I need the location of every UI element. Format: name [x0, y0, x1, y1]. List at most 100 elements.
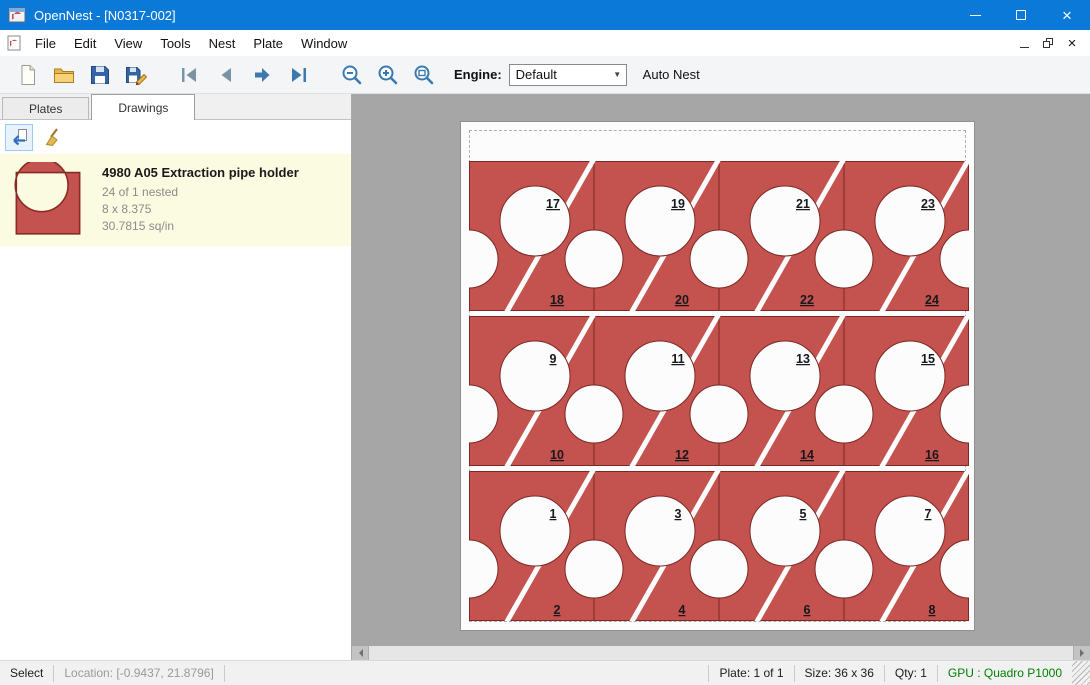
engine-value: Default	[516, 67, 557, 82]
zoom-fit-icon	[412, 63, 436, 87]
part-number: 16	[925, 448, 939, 462]
part-number: 18	[550, 293, 564, 307]
drawing-size: 8 x 8.375	[102, 201, 299, 218]
zoom-fit-button[interactable]	[406, 59, 442, 91]
next-plate-button[interactable]	[244, 59, 280, 91]
part-number: 21	[796, 197, 810, 211]
menu-bar: File Edit View Tools Nest Plate Window ×	[0, 30, 1090, 56]
part-thumbnail	[8, 160, 88, 240]
part-number: 24	[925, 293, 939, 307]
drawing-title: 4980 A05 Extraction pipe holder	[102, 165, 299, 180]
nest-row[interactable]: 17 18 19 20 21 22 23 24	[469, 161, 969, 311]
maximize-icon	[1016, 10, 1026, 20]
nest-canvas[interactable]: 1718192021222324 910111213141516 1234567…	[352, 94, 1090, 660]
close-button[interactable]: ×	[1044, 0, 1090, 30]
part-number: 8	[929, 603, 936, 617]
chevron-down-icon: ▼	[609, 65, 626, 85]
part-number: 7	[925, 507, 932, 521]
sidebar: Plates Drawings	[0, 94, 352, 660]
drawing-area: 30.7815 sq/in	[102, 218, 299, 235]
menu-item-window[interactable]: Window	[292, 32, 356, 55]
close-icon: ×	[1062, 7, 1072, 24]
save-edit-button[interactable]	[118, 59, 154, 91]
part-number: 4	[679, 603, 686, 617]
main-toolbar: Engine: Default ▼ Auto Nest	[0, 56, 1090, 94]
save-floppy-icon	[88, 63, 112, 87]
minimize-button[interactable]	[952, 0, 998, 30]
menu-item-nest[interactable]: Nest	[200, 32, 245, 55]
new-file-icon	[16, 63, 40, 87]
status-mode: Select	[0, 665, 53, 682]
canvas-h-scrollbar[interactable]	[352, 646, 1090, 660]
engine-dropdown[interactable]: Default ▼	[509, 64, 627, 86]
window-title: OpenNest - [N0317-002]	[34, 8, 176, 23]
status-gpu: GPU : Quadro P1000	[938, 665, 1072, 682]
tab-drawings[interactable]: Drawings	[91, 94, 195, 120]
menu-item-plate[interactable]: Plate	[244, 32, 292, 55]
menu-item-edit[interactable]: Edit	[65, 32, 105, 55]
mdi-restore-icon	[1043, 38, 1053, 48]
app-icon	[8, 6, 26, 24]
go-last-icon	[285, 63, 311, 87]
mdi-restore-button[interactable]	[1036, 33, 1060, 53]
engine-label: Engine:	[454, 67, 502, 82]
zoom-in-icon	[376, 63, 400, 87]
status-plate: Plate: 1 of 1	[709, 665, 793, 682]
part-number: 17	[546, 197, 560, 211]
nest-row[interactable]: 12345678	[469, 471, 969, 621]
part-number: 5	[800, 507, 807, 521]
first-plate-button[interactable]	[172, 59, 208, 91]
document-icon	[6, 35, 22, 51]
part-number: 19	[671, 197, 685, 211]
plate[interactable]: 1718192021222324 910111213141516 1234567…	[460, 121, 975, 631]
scrollbar-thumb[interactable]	[368, 646, 1074, 660]
nest-row[interactable]: 910111213141516	[469, 316, 969, 466]
drawing-list-item[interactable]: 4980 A05 Extraction pipe holder 24 of 1 …	[0, 154, 351, 246]
status-location: Location: [-0.9437, 21.8796]	[54, 665, 223, 682]
drawing-nested-count: 24 of 1 nested	[102, 184, 299, 201]
open-button[interactable]	[46, 59, 82, 91]
mdi-minimize-button[interactable]	[1012, 33, 1036, 53]
go-first-icon	[177, 63, 203, 87]
new-button[interactable]	[10, 59, 46, 91]
zoom-out-icon	[340, 63, 364, 87]
resize-grip[interactable]	[1072, 661, 1090, 685]
go-previous-icon	[213, 63, 239, 87]
tab-plates[interactable]: Plates	[2, 97, 89, 119]
part-number: 1	[550, 507, 557, 521]
part-number: 11	[671, 352, 684, 366]
mdi-close-button[interactable]: ×	[1060, 33, 1084, 53]
sidebar-tabstrip: Plates Drawings	[0, 94, 351, 120]
part-number: 23	[921, 197, 935, 211]
part-number: 2	[554, 603, 561, 617]
replace-drawing-button[interactable]	[5, 124, 33, 151]
zoom-out-button[interactable]	[334, 59, 370, 91]
part-number: 22	[800, 293, 814, 307]
status-bar: Select Location: [-0.9437, 21.8796] Plat…	[0, 660, 1090, 685]
maximize-button[interactable]	[998, 0, 1044, 30]
scroll-left-icon[interactable]	[352, 646, 368, 660]
part-number: 20	[675, 293, 689, 307]
auto-nest-label[interactable]: Auto Nest	[643, 67, 700, 82]
broom-icon	[43, 127, 63, 147]
previous-plate-button[interactable]	[208, 59, 244, 91]
part-number: 12	[675, 448, 689, 462]
status-qty: Qty: 1	[885, 665, 937, 682]
menu-item-tools[interactable]: Tools	[151, 32, 199, 55]
open-folder-icon	[52, 63, 76, 87]
clean-button[interactable]	[39, 124, 67, 151]
go-next-icon	[249, 63, 275, 87]
mdi-close-icon: ×	[1068, 36, 1077, 51]
status-size: Size: 36 x 36	[795, 665, 884, 682]
save-edit-icon	[124, 63, 148, 87]
drawings-toolbar	[0, 120, 351, 154]
part-number: 15	[921, 352, 935, 366]
zoom-in-button[interactable]	[370, 59, 406, 91]
last-plate-button[interactable]	[280, 59, 316, 91]
part-number: 9	[550, 352, 557, 366]
scroll-right-icon[interactable]	[1074, 646, 1090, 660]
save-button[interactable]	[82, 59, 118, 91]
menu-item-file[interactable]: File	[26, 32, 65, 55]
menu-item-view[interactable]: View	[105, 32, 151, 55]
minimize-icon	[970, 15, 981, 16]
